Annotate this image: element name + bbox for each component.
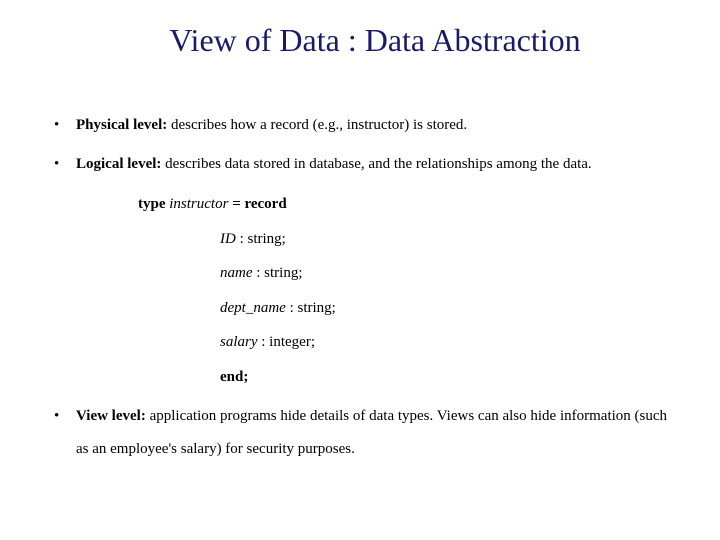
record-type-name: instructor [166, 196, 233, 212]
field-id: salary [220, 334, 258, 350]
bullet-list: Physical level: describes how a record (… [50, 109, 670, 181]
field-id: name [220, 265, 253, 281]
field-rest: : string; [286, 300, 336, 316]
record-block: type instructor = record ID : string; na… [138, 187, 670, 394]
bullet-list-2: View level: application programs hide de… [50, 400, 670, 466]
bullet-view-text: application programs hide details of dat… [76, 408, 667, 457]
bullet-logical-label: Logical level: [76, 156, 161, 172]
bullet-physical-text: describes how a record (e.g., instructor… [167, 117, 467, 133]
field-rest: : integer; [258, 334, 315, 350]
record-fields: ID : string; name : string; dept_name : … [220, 222, 670, 360]
field-id: dept_name [220, 300, 286, 316]
record-field: dept_name : string; [220, 291, 670, 326]
record-type-keyword: type [138, 196, 166, 212]
field-rest: : string; [236, 231, 286, 247]
record-header: type instructor = record [138, 187, 670, 222]
record-field: ID : string; [220, 222, 670, 257]
bullet-view-label: View level: [76, 408, 146, 424]
slide-title: View of Data : Data Abstraction [50, 22, 670, 59]
bullet-view: View level: application programs hide de… [50, 400, 670, 466]
bullet-logical: Logical level: describes data stored in … [50, 148, 670, 181]
field-id: ID [220, 231, 236, 247]
bullet-logical-text: describes data stored in database, and t… [161, 156, 591, 172]
record-end: end; [220, 360, 670, 395]
record-field: name : string; [220, 256, 670, 291]
bullet-physical: Physical level: describes how a record (… [50, 109, 670, 142]
field-rest: : string; [253, 265, 303, 281]
bullet-physical-label: Physical level: [76, 117, 167, 133]
record-eq: = record [232, 196, 287, 212]
record-field: salary : integer; [220, 325, 670, 360]
